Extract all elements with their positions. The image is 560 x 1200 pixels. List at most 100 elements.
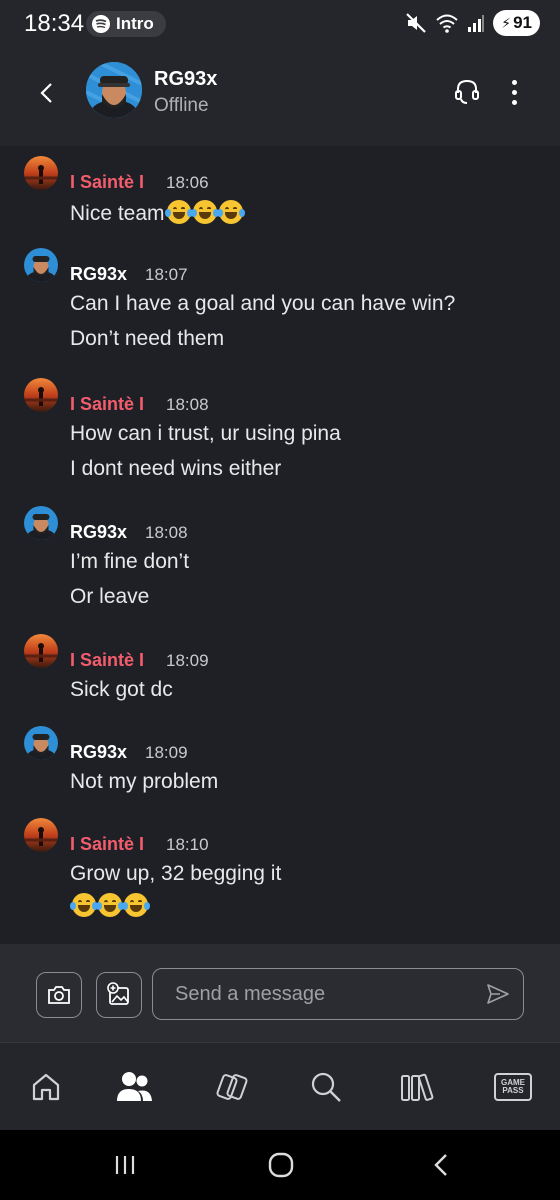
nav-home[interactable] — [26, 1067, 66, 1107]
voice-chat-button[interactable] — [452, 76, 482, 106]
more-dot — [511, 89, 517, 95]
sender-avatar[interactable] — [24, 818, 58, 852]
more-dot — [511, 99, 517, 105]
laughing-emoji-icon — [70, 893, 98, 917]
message-list[interactable]: I Saintè I 18:06 Nice team RG93x 18:07 Can I … — [0, 146, 560, 944]
sender-avatar[interactable] — [24, 156, 58, 190]
recents-icon — [115, 1156, 135, 1174]
sender-avatar[interactable] — [24, 248, 58, 282]
library-icon — [401, 1073, 434, 1101]
message-composer: Send a message — [0, 944, 560, 1042]
recents-button[interactable] — [108, 1148, 142, 1182]
laughing-emoji-icon — [164, 200, 193, 224]
laughing-emoji-icon — [216, 200, 245, 224]
message-text: Not my problem — [70, 770, 218, 794]
home-icon — [32, 1073, 60, 1101]
laughing-emoji-icon — [122, 893, 150, 917]
message-text-content: Don’t need them — [70, 327, 225, 350]
system-back-button[interactable] — [424, 1148, 458, 1182]
search-icon — [311, 1072, 341, 1102]
chevron-left-icon — [40, 83, 52, 103]
message-text-content: Nice team — [70, 202, 165, 225]
message-text: Or leave — [70, 585, 149, 609]
message-text-content: Can I have a goal and you can have win? — [70, 292, 456, 315]
nav-cloud-gaming[interactable] — [212, 1067, 252, 1107]
media-pill[interactable]: Intro — [86, 11, 166, 37]
people-icon — [117, 1072, 152, 1101]
message-timestamp: 18:09 — [145, 743, 188, 762]
game-pass-icon: GAME PASS — [494, 1073, 532, 1101]
message-timestamp: 18:07 — [145, 265, 188, 284]
message-text: Can I have a goal and you can have win? — [70, 292, 455, 316]
sender-avatar[interactable] — [24, 378, 58, 412]
contact-status: Offline — [154, 95, 209, 116]
message-text: Grow up, 32 begging it — [70, 862, 281, 886]
message-timestamp: 18:08 — [166, 395, 209, 414]
message-timestamp: 18:10 — [166, 835, 209, 854]
back-button[interactable] — [30, 76, 64, 110]
camera-button[interactable] — [36, 972, 82, 1018]
sender-name: I Saintè I — [70, 834, 145, 854]
laughing-emoji-icon — [96, 893, 124, 917]
mute-icon — [406, 13, 427, 33]
media-pill-label: Intro — [116, 14, 154, 33]
message-text: I dont need wins either — [70, 457, 281, 481]
back-chevron-icon — [434, 1154, 447, 1176]
message-timestamp: 18:08 — [145, 523, 188, 542]
add-image-button[interactable] — [96, 972, 142, 1018]
message-text-content: Not my problem — [70, 770, 219, 793]
more-dot — [511, 79, 517, 85]
sender-avatar[interactable] — [24, 726, 58, 760]
chat-header: RG93x Offline — [0, 48, 560, 146]
more-options-button[interactable] — [500, 76, 528, 108]
sender-avatar[interactable] — [24, 634, 58, 668]
message-text-content: Sick got dc — [70, 678, 173, 701]
battery-indicator: ⚡ 91 — [493, 10, 540, 36]
cards-icon — [216, 1074, 248, 1100]
nav-social[interactable] — [114, 1067, 154, 1107]
nav-game-pass[interactable]: GAME PASS — [492, 1067, 534, 1107]
sender-name: RG93x — [70, 742, 128, 762]
camera-icon — [48, 986, 70, 1004]
headset-icon — [455, 79, 479, 104]
add-image-icon — [107, 982, 129, 1005]
system-nav-bar — [0, 1130, 560, 1200]
message-text-content: I’m fine don’t — [70, 550, 190, 573]
sender-avatar[interactable] — [24, 506, 58, 540]
message-text: Sick got dc — [70, 678, 173, 702]
contact-name: RG93x — [154, 68, 218, 90]
sender-name: RG93x — [70, 264, 128, 284]
home-circle-icon — [268, 1152, 294, 1178]
sender-name: I Saintè I — [70, 650, 145, 670]
message-text: Don’t need them — [70, 327, 224, 351]
message-timestamp: 18:09 — [166, 651, 209, 670]
battery-level: 91 — [513, 13, 532, 32]
message-text-content: Or leave — [70, 585, 150, 608]
home-button[interactable] — [264, 1148, 298, 1182]
send-icon[interactable] — [485, 981, 511, 1007]
emoji-line — [70, 893, 150, 919]
sender-name: RG93x — [70, 522, 128, 542]
bottom-nav: GAME PASS — [0, 1042, 560, 1130]
message-timestamp: 18:06 — [166, 173, 209, 192]
message-input-placeholder: Send a message — [175, 983, 326, 1005]
message-text: Nice team — [70, 200, 245, 226]
signal-icon — [468, 15, 485, 32]
nav-library[interactable] — [398, 1067, 438, 1107]
message-text-content: I dont need wins either — [70, 457, 282, 480]
message-text-content: How can i trust, ur using pina — [70, 422, 341, 445]
nav-search[interactable] — [306, 1067, 346, 1107]
message-text-content: Grow up, 32 begging it — [70, 862, 282, 885]
status-icons: ⚡ 91 — [405, 10, 540, 36]
charging-bolt-icon: ⚡ — [501, 14, 512, 31]
game-pass-label: PASS — [502, 1086, 524, 1095]
contact-avatar[interactable] — [86, 62, 142, 118]
sender-name: I Saintè I — [70, 172, 145, 192]
status-bar: 18:34 Intro ⚡ 91 — [0, 0, 560, 48]
spotify-icon — [92, 15, 110, 33]
status-time: 18:34 — [24, 10, 85, 37]
sender-name: I Saintè I — [70, 394, 145, 414]
message-text: How can i trust, ur using pina — [70, 422, 341, 446]
message-input[interactable]: Send a message — [152, 968, 524, 1020]
wifi-icon — [436, 14, 458, 33]
